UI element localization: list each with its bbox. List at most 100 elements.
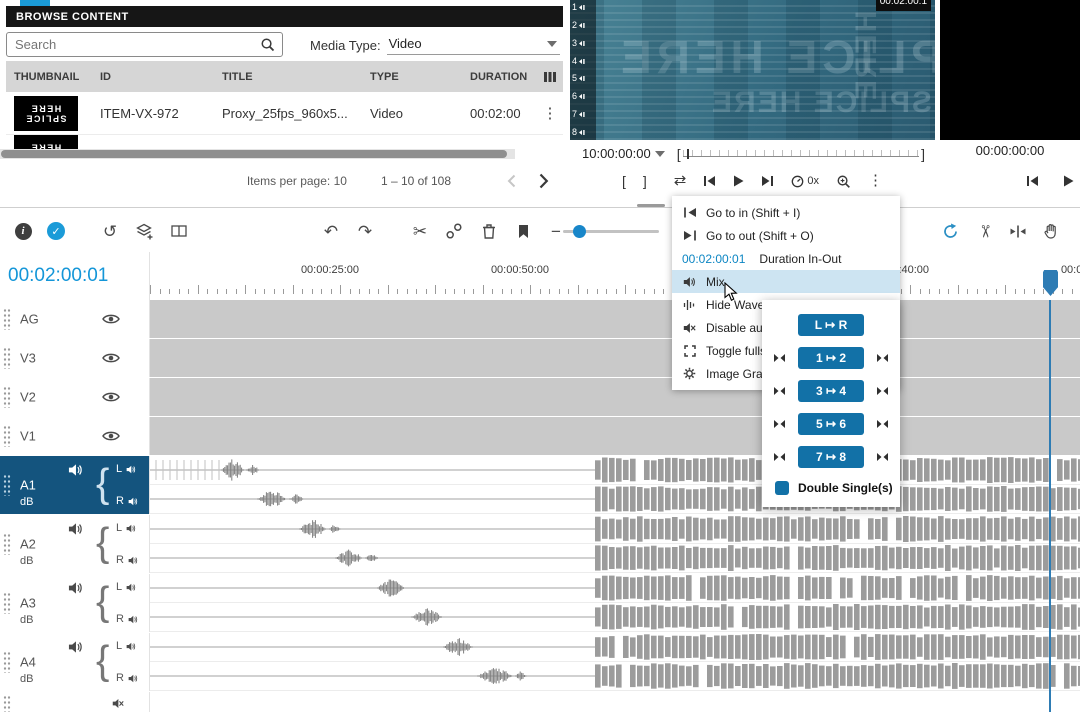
split-view-icon[interactable] [168, 221, 190, 241]
trim-icon[interactable] [1007, 221, 1029, 241]
scrub-track[interactable] [683, 150, 920, 157]
track-header[interactable]: AG [0, 300, 150, 338]
track-content[interactable] [150, 692, 1080, 712]
column-header-thumbnail[interactable]: THUMBNAIL [6, 71, 92, 83]
drag-handle-icon[interactable] [3, 533, 11, 555]
next-frame-button[interactable] [761, 175, 774, 187]
search-input[interactable] [15, 37, 260, 52]
media-type-select[interactable]: Video [387, 36, 560, 55]
mix-button-1[interactable]: 1 ↦ 2 [798, 347, 864, 369]
drag-handle-icon[interactable] [3, 592, 11, 614]
mix-button-4[interactable]: 7 ↦ 8 [798, 446, 864, 468]
horizontal-scrollbar[interactable] [0, 149, 515, 159]
audio-lane-right[interactable] [150, 544, 1080, 573]
info-icon[interactable]: i [12, 221, 34, 241]
eye-icon[interactable] [102, 430, 120, 442]
track-header[interactable]: A4dB{LR [0, 633, 150, 691]
menu-item-go-to-in-shift-i[interactable]: Go to in (Shift + I) [672, 201, 900, 224]
hand-icon[interactable] [1040, 221, 1062, 241]
zoom-slider[interactable] [563, 230, 659, 233]
zoom-out-icon[interactable]: − [545, 221, 567, 241]
mark-in-button[interactable]: [ [622, 173, 626, 189]
column-header-type[interactable]: TYPE [362, 71, 462, 83]
drag-handle-icon[interactable] [3, 347, 11, 369]
speaker-icon[interactable] [68, 463, 83, 477]
drag-handle-icon[interactable] [3, 474, 11, 496]
track-content[interactable] [150, 456, 1080, 514]
right-channel[interactable]: R [116, 613, 138, 625]
audio-lane-left[interactable] [150, 633, 1080, 662]
undo-icon[interactable]: ↶ [320, 221, 342, 241]
drag-handle-icon[interactable] [3, 308, 11, 330]
column-header-id[interactable]: ID [92, 71, 214, 83]
layers-add-icon[interactable] [133, 221, 155, 241]
source-timecode[interactable]: 10:00:00:00 [582, 146, 651, 161]
playhead-handle[interactable] [1043, 270, 1058, 296]
track-header[interactable]: A2dB{LR [0, 515, 150, 573]
db-button[interactable]: dB [20, 614, 33, 626]
panel-divider[interactable] [0, 207, 1080, 208]
db-button[interactable]: dB [20, 555, 33, 567]
menu-item-go-to-out-shift-o[interactable]: Go to out (Shift + O) [672, 224, 900, 247]
track-header[interactable]: V3 [0, 339, 150, 377]
play-button[interactable] [1063, 175, 1074, 187]
check-circle-icon[interactable]: ✓ [45, 221, 67, 241]
eye-icon[interactable] [102, 352, 120, 364]
db-button[interactable]: dB [20, 673, 33, 685]
row-menu-button[interactable]: ⋮ [537, 106, 563, 121]
swap-icon[interactable]: ⇄ [674, 172, 687, 190]
mix-button-2[interactable]: 3 ↦ 4 [798, 380, 864, 402]
scissors-icon[interactable]: ✂ [409, 221, 431, 241]
audio-lane-left[interactable] [150, 515, 1080, 544]
flag-icon[interactable] [512, 221, 534, 241]
db-button[interactable]: dB [20, 496, 33, 508]
track-content[interactable] [150, 417, 1080, 455]
eye-icon[interactable] [102, 313, 120, 325]
drag-handle-icon[interactable] [3, 695, 11, 712]
double-singles-row[interactable]: Double Single(s) [762, 473, 900, 495]
program-video-viewport[interactable] [940, 0, 1080, 140]
track-content[interactable] [150, 515, 1080, 573]
speaker-muted-icon[interactable] [112, 698, 124, 709]
track-header[interactable]: V2 [0, 378, 150, 416]
scrub-bar[interactable]: [ ] [677, 146, 925, 162]
track-content[interactable] [150, 574, 1080, 632]
table-row-partial[interactable]: SPLICEHERE [6, 135, 563, 149]
playhead-line[interactable] [1049, 300, 1051, 712]
playback-speed[interactable]: 0x [791, 175, 819, 188]
mark-out-button[interactable]: ] [643, 173, 647, 189]
source-video-viewport[interactable]: SPLICE HERE SPLICE HERE SPLICE HERE 1234… [570, 0, 935, 140]
timecode-caret-icon[interactable] [655, 151, 665, 157]
audio-lane-right[interactable] [150, 485, 1080, 514]
column-header-title[interactable]: TITLE [214, 71, 362, 83]
track-content[interactable] [150, 300, 1080, 338]
player-menu-button[interactable]: ⋮ [868, 172, 883, 190]
left-channel[interactable]: L [116, 463, 136, 475]
unlink-icon[interactable] [443, 221, 465, 241]
right-channel[interactable]: R [116, 495, 138, 507]
table-row[interactable]: SPLICEHEREITEM-VX-972Proxy_25fps_960x5..… [6, 92, 563, 135]
right-channel[interactable]: R [116, 554, 138, 566]
mix-button-3[interactable]: 5 ↦ 6 [798, 413, 864, 435]
search-icon[interactable] [260, 37, 275, 52]
items-per-page[interactable]: Items per page: 10 [247, 174, 347, 188]
zoom-slider-knob[interactable] [573, 225, 586, 238]
double-singles-toggle[interactable] [775, 481, 789, 495]
previous-frame-button[interactable] [1026, 175, 1039, 187]
divider-grip[interactable] [637, 204, 665, 207]
zoom-icon[interactable] [836, 174, 851, 189]
redo-icon[interactable]: ↷ [354, 221, 376, 241]
sync-icon[interactable] [939, 221, 961, 241]
track-content[interactable] [150, 378, 1080, 416]
track-header[interactable]: A1dB{LR [0, 456, 150, 514]
eye-icon[interactable] [102, 391, 120, 403]
audio-lane-left[interactable] [150, 574, 1080, 603]
menu-item-mix[interactable]: Mix [672, 270, 900, 293]
razor-icon[interactable]: ✂ [974, 221, 996, 241]
items-per-page-value[interactable]: 10 [334, 174, 347, 188]
previous-page-button[interactable] [507, 174, 516, 188]
scrollbar-thumb[interactable] [1, 150, 507, 158]
drag-handle-icon[interactable] [3, 425, 11, 447]
track-content[interactable] [150, 339, 1080, 377]
left-channel[interactable]: L [116, 581, 136, 593]
